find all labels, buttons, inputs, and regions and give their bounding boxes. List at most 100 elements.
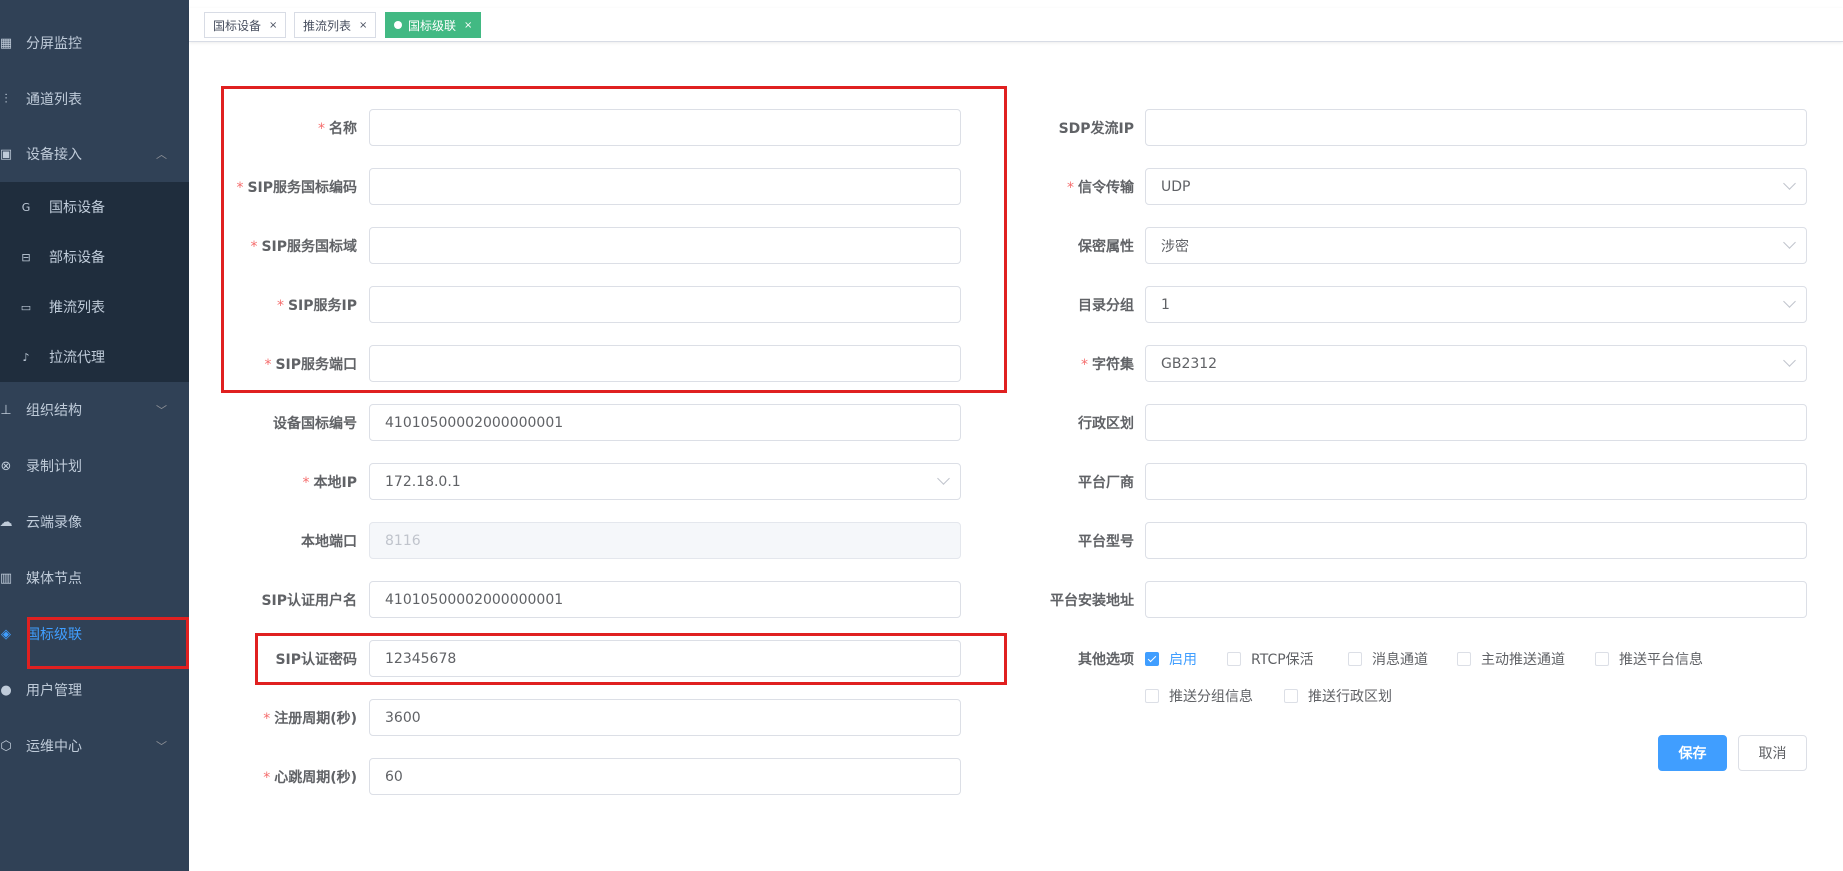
option-push-region-checkbox[interactable]: 推送行政区划 bbox=[1284, 686, 1392, 706]
sip-domain-label: * SIP服务国标域 bbox=[250, 239, 357, 255]
secrecy-label: 保密属性 bbox=[1078, 239, 1134, 255]
auth-user-input[interactable]: 41010500002000000001 bbox=[369, 581, 961, 618]
device-id-label: 设备国标编号 bbox=[273, 416, 357, 432]
grid-icon: ▦ bbox=[0, 35, 13, 51]
option-message-channel-checkbox[interactable]: 消息通道 bbox=[1348, 649, 1428, 669]
sip-code-label: * SIP服务国标编码 bbox=[236, 180, 357, 196]
charset-select[interactable]: GB2312 bbox=[1145, 345, 1807, 382]
option-enable-checkbox[interactable]: 启用 bbox=[1145, 649, 1197, 669]
auth-pwd-input[interactable]: 12345678 bbox=[369, 640, 961, 677]
sip-port-label: * SIP服务端口 bbox=[264, 357, 357, 373]
sdp-ip-input[interactable] bbox=[1145, 109, 1807, 146]
transport-select[interactable]: UDP bbox=[1145, 168, 1807, 205]
sip-domain-input[interactable] bbox=[369, 227, 961, 264]
name-label: * 名称 bbox=[318, 121, 357, 137]
heartbeat-label: * 心跳周期(秒) bbox=[263, 770, 357, 786]
sidebar-item-gb-device[interactable]: G 国标设备 bbox=[0, 182, 189, 232]
checkbox-checked-icon bbox=[1145, 652, 1159, 666]
chevron-down-icon bbox=[1783, 236, 1796, 249]
camera-icon: ▭ bbox=[20, 300, 32, 314]
bus-icon: ⊟ bbox=[21, 250, 31, 264]
tags-view: 国标设备 × 推流列表 × 国标级联 × bbox=[189, 8, 1843, 42]
ops-icon: ⬡ bbox=[0, 738, 12, 754]
close-icon[interactable]: × bbox=[359, 20, 367, 31]
chevron-down-icon bbox=[937, 472, 950, 485]
option-rtcp-checkbox[interactable]: RTCP保活 bbox=[1227, 649, 1314, 669]
secrecy-select[interactable]: 涉密 bbox=[1145, 227, 1807, 264]
catalog-group-select[interactable]: 1 bbox=[1145, 286, 1807, 323]
vendor-label: 平台厂商 bbox=[1078, 475, 1134, 491]
close-icon[interactable]: × bbox=[269, 20, 277, 31]
heartbeat-input[interactable]: 60 bbox=[369, 758, 961, 795]
device-id-input[interactable]: 41010500002000000001 bbox=[369, 404, 961, 441]
address-input[interactable] bbox=[1145, 581, 1807, 618]
cancel-button[interactable]: 取消 bbox=[1738, 735, 1807, 771]
auth-pwd-label: SIP认证密码 bbox=[275, 652, 357, 668]
sidebar-item-device-access[interactable]: ▣ 设备接入 ︿ bbox=[0, 126, 189, 182]
checkbox-icon bbox=[1284, 689, 1298, 703]
sidebar-item-user-manage[interactable]: ● 用户管理 bbox=[0, 662, 189, 718]
catalog-group-label: 目录分组 bbox=[1078, 298, 1134, 314]
model-label: 平台型号 bbox=[1078, 534, 1134, 550]
user-icon: ● bbox=[0, 682, 12, 698]
sidebar-item-record-plan[interactable]: ⊗ 录制计划 bbox=[0, 438, 189, 494]
chevron-up-icon: ︿ bbox=[156, 148, 167, 161]
sip-port-input[interactable] bbox=[369, 345, 961, 382]
sidebar-item-media-node[interactable]: ▥ 媒体节点 bbox=[0, 550, 189, 606]
sidebar-item-cloud-record[interactable]: ☁ 云端录像 bbox=[0, 494, 189, 550]
local-ip-select[interactable]: 172.18.0.1 bbox=[369, 463, 961, 500]
option-active-push-checkbox[interactable]: 主动推送通道 bbox=[1457, 649, 1565, 669]
charset-label: * 字符集 bbox=[1081, 357, 1134, 373]
model-input[interactable] bbox=[1145, 522, 1807, 559]
device-access-submenu: G 国标设备 ⊟ 部标设备 ▭ 推流列表 ♪ 拉流代理 bbox=[0, 182, 189, 382]
bars-icon: ⫶ bbox=[4, 91, 8, 107]
checkbox-icon bbox=[1227, 652, 1241, 666]
record-icon: ⊗ bbox=[0, 458, 12, 474]
sidebar-item-push-list[interactable]: ▭ 推流列表 bbox=[0, 282, 189, 332]
local-ip-label: * 本地IP bbox=[302, 475, 357, 491]
checkbox-icon bbox=[1457, 652, 1471, 666]
active-dot-icon bbox=[394, 21, 402, 29]
cloud-icon: ☁ bbox=[0, 514, 13, 530]
tag-gb-cascade[interactable]: 国标级联 × bbox=[385, 12, 482, 38]
local-port-label: 本地端口 bbox=[301, 534, 357, 550]
sip-code-input[interactable] bbox=[369, 168, 961, 205]
reg-period-label: * 注册周期(秒) bbox=[263, 711, 357, 727]
sidebar-item-split-monitor[interactable]: ▦ 分屏监控 bbox=[0, 15, 189, 71]
sidebar-item-channel-list[interactable]: ⫶ 通道列表 bbox=[0, 71, 189, 127]
sip-ip-label: * SIP服务IP bbox=[276, 298, 357, 314]
sdp-ip-label: SDP发流IP bbox=[1058, 121, 1134, 137]
chevron-down-icon: ﹀ bbox=[156, 740, 167, 753]
save-button[interactable]: 保存 bbox=[1658, 735, 1727, 771]
tag-push-list[interactable]: 推流列表 × bbox=[294, 12, 377, 38]
checkbox-icon bbox=[1595, 652, 1609, 666]
sidebar-item-ops-center[interactable]: ⬡ 运维中心 ﹀ bbox=[0, 718, 189, 774]
sidebar-item-org[interactable]: ⊥ 组织结构 ﹀ bbox=[0, 382, 189, 438]
reg-period-input[interactable]: 3600 bbox=[369, 699, 961, 736]
g-icon: G bbox=[21, 200, 31, 214]
sidebar-item-pull-proxy[interactable]: ♪ 拉流代理 bbox=[0, 332, 189, 382]
sidebar: ▦ 分屏监控 ⫶ 通道列表 ▣ 设备接入 ︿ G 国标设备 ⊟ 部标设备 ▭ 推… bbox=[0, 0, 189, 871]
checkbox-icon bbox=[1348, 652, 1362, 666]
chevron-down-icon: ﹀ bbox=[156, 404, 167, 417]
device-icon: ▣ bbox=[0, 146, 13, 162]
chevron-down-icon bbox=[1783, 295, 1796, 308]
sip-ip-input[interactable] bbox=[369, 286, 961, 323]
sidebar-item-jt-device[interactable]: ⊟ 部标设备 bbox=[0, 232, 189, 282]
option-push-group-checkbox[interactable]: 推送分组信息 bbox=[1145, 686, 1253, 706]
name-input[interactable] bbox=[369, 109, 961, 146]
proxy-icon: ♪ bbox=[22, 350, 30, 364]
admin-region-label: 行政区划 bbox=[1078, 416, 1134, 432]
local-port-input: 8116 bbox=[369, 522, 961, 559]
tree-icon: ⊥ bbox=[0, 402, 12, 418]
auth-user-label: SIP认证用户名 bbox=[261, 593, 357, 609]
close-icon[interactable]: × bbox=[464, 20, 472, 31]
option-push-platform-checkbox[interactable]: 推送平台信息 bbox=[1595, 649, 1703, 669]
layers-icon: ◈ bbox=[1, 626, 11, 642]
vendor-input[interactable] bbox=[1145, 463, 1807, 500]
tag-gb-device[interactable]: 国标设备 × bbox=[204, 12, 287, 38]
chevron-down-icon bbox=[1783, 177, 1796, 190]
chevron-down-icon bbox=[1783, 354, 1796, 367]
sidebar-item-gb-cascade[interactable]: ◈ 国标级联 bbox=[0, 606, 189, 662]
admin-region-input[interactable] bbox=[1145, 404, 1807, 441]
